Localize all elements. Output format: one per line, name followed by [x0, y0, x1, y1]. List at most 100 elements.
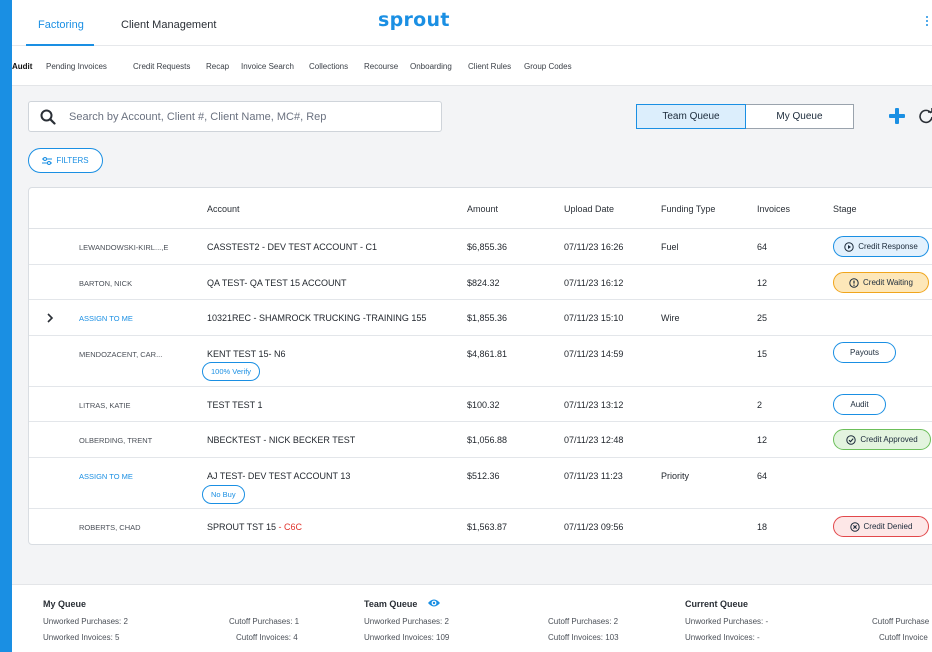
amount: $6,855.36: [467, 242, 508, 252]
subnav-recap[interactable]: Recap: [206, 62, 229, 71]
x-circle-icon: [849, 521, 860, 532]
team-cutoff-invoices: Cutoff Invoices: 103: [548, 633, 619, 642]
current-cutoff-purchases: Cutoff Purchase: [872, 617, 930, 626]
my-queue-title: My Queue: [43, 599, 87, 609]
amount: $824.32: [467, 278, 500, 288]
funding-type: Fuel: [661, 242, 679, 252]
amount: $4,861.81: [467, 349, 508, 359]
my-cutoff-invoices: Cutoff Invoices: 4: [236, 633, 298, 642]
audit-table: Account Amount Upload Date Funding Type …: [28, 187, 932, 545]
invoice-count: 64: [757, 471, 768, 481]
amount: $1,855.36: [467, 313, 508, 323]
account-name: 10321REC - SHAMROCK TRUCKING -TRAINING 1…: [207, 313, 427, 323]
account-name: AJ TEST- DEV TEST ACCOUNT 13: [207, 471, 351, 481]
team-queue-title: Team Queue: [364, 599, 418, 609]
filters-button[interactable]: FILTERS: [28, 148, 103, 173]
upload-date: 07/11/23 14:59: [564, 349, 624, 359]
assign-to-me-link[interactable]: ASSIGN TO ME: [79, 314, 133, 323]
stage-badge[interactable]: Credit Denied: [833, 516, 929, 537]
funding-type: Wire: [661, 313, 680, 323]
invoice-count: 2: [757, 400, 763, 410]
table-row[interactable]: ROBERTS, CHAD SPROUT TST 15 - C6C $1,563…: [29, 509, 932, 545]
add-icon[interactable]: [888, 107, 906, 125]
table-row[interactable]: ASSIGN TO ME 10321REC - SHAMROCK TRUCKIN…: [29, 300, 932, 336]
rep-name: ROBERTS, CHAD: [79, 523, 141, 532]
rep-name: MENDOZACENT, CAR...: [79, 350, 163, 359]
search-input[interactable]: [69, 108, 429, 126]
stage-label: Credit Response: [858, 242, 918, 251]
stage-badge[interactable]: Credit Approved: [833, 429, 931, 450]
account-name-main: SPROUT TST 15: [207, 522, 277, 532]
current-unworked-invoices: Unworked Invoices: -: [685, 633, 760, 642]
subnav-pending-invoices[interactable]: Pending Invoices: [46, 62, 107, 71]
refresh-icon[interactable]: [918, 108, 932, 124]
assign-to-me-link[interactable]: ASSIGN TO ME: [79, 472, 133, 481]
subnav-collections[interactable]: Collections: [309, 62, 348, 71]
more-menu-icon[interactable]: [926, 16, 930, 28]
rep-name: LEWANDOWSKI-KIRL...,E: [79, 243, 169, 252]
tab-client-management[interactable]: Client Management: [121, 19, 216, 31]
current-unworked-purchases: Unworked Purchases: -: [685, 617, 769, 626]
column-upload-date[interactable]: Upload Date: [564, 204, 614, 214]
account-name: SPROUT TST 15 - C6C: [207, 522, 302, 532]
stage-badge[interactable]: Payouts: [833, 342, 896, 363]
subnav-invoice-search[interactable]: Invoice Search: [241, 62, 294, 71]
invoice-count: 25: [757, 313, 768, 323]
table-row[interactable]: OLBERDING, TRENT NBECKTEST - NICK BECKER…: [29, 422, 932, 458]
upload-date: 07/11/23 16:12: [564, 278, 624, 288]
column-stage[interactable]: Stage: [833, 204, 857, 214]
upload-date: 07/11/23 09:56: [564, 522, 624, 532]
stage-label: Credit Waiting: [863, 278, 913, 287]
table-row[interactable]: LITRAS, KATIE TEST TEST 1 $100.32 07/11/…: [29, 387, 932, 422]
subnav-credit-requests[interactable]: Credit Requests: [133, 62, 190, 71]
account-name: CASSTEST2 - DEV TEST ACCOUNT - C1: [207, 242, 378, 252]
stage-badge[interactable]: Credit Waiting: [833, 272, 929, 293]
account-name: QA TEST- QA TEST 15 ACCOUNT: [207, 278, 347, 288]
chevron-right-icon[interactable]: [45, 313, 55, 323]
my-queue-button[interactable]: My Queue: [746, 104, 854, 129]
check-circle-icon: [846, 434, 857, 445]
stage-badge[interactable]: Audit: [833, 394, 886, 415]
invoice-count: 64: [757, 242, 768, 252]
my-unworked-invoices: Unworked Invoices: 5: [43, 633, 120, 642]
current-cutoff-invoices: Cutoff Invoice: [879, 633, 928, 642]
upload-date: 07/11/23 13:12: [564, 400, 624, 410]
account-name: TEST TEST 1: [207, 400, 263, 410]
column-account[interactable]: Account: [207, 204, 240, 214]
upload-date: 07/11/23 16:26: [564, 242, 624, 252]
tab-factoring[interactable]: Factoring: [26, 19, 94, 46]
amount: $100.32: [467, 400, 500, 410]
table-row[interactable]: MENDOZACENT, CAR... KENT TEST 15- N6 100…: [29, 336, 932, 387]
eye-icon[interactable]: [427, 597, 441, 609]
subnav-audit[interactable]: Audit: [12, 62, 32, 71]
subnav-group-codes[interactable]: Group Codes: [524, 62, 572, 71]
rep-name: OLBERDING, TRENT: [79, 436, 153, 445]
team-queue-button[interactable]: Team Queue: [636, 104, 746, 129]
table-row[interactable]: ASSIGN TO ME AJ TEST- DEV TEST ACCOUNT 1…: [29, 458, 932, 509]
amount: $512.36: [467, 471, 500, 481]
account-name: KENT TEST 15- N6: [207, 349, 286, 359]
app-window: Factoring Client Management sprout Audit…: [12, 0, 932, 652]
table-row[interactable]: LEWANDOWSKI-KIRL...,E CASSTEST2 - DEV TE…: [29, 229, 932, 265]
team-unworked-invoices: Unworked Invoices: 109: [364, 633, 450, 642]
upload-date: 07/11/23 15:10: [564, 313, 624, 323]
my-cutoff-purchases: Cutoff Purchases: 1: [229, 617, 300, 626]
column-funding-type[interactable]: Funding Type: [661, 204, 715, 214]
invoice-count: 18: [757, 522, 768, 532]
alert-circle-icon: [849, 277, 859, 288]
top-bar: Factoring Client Management sprout: [12, 0, 932, 46]
current-queue-title: Current Queue: [685, 599, 749, 609]
stage-label: Credit Approved: [860, 435, 918, 444]
table-row[interactable]: BARTON, NICK QA TEST- QA TEST 15 ACCOUNT…: [29, 265, 932, 300]
amount: $1,563.87: [467, 522, 508, 532]
invoice-count: 12: [757, 435, 768, 445]
sprout-logo: sprout: [378, 9, 450, 31]
play-circle-icon: [844, 241, 854, 252]
subnav-onboarding[interactable]: Onboarding: [410, 62, 452, 71]
table-header: Account Amount Upload Date Funding Type …: [29, 188, 932, 229]
subnav-client-rules[interactable]: Client Rules: [468, 62, 511, 71]
stage-badge[interactable]: Credit Response: [833, 236, 929, 257]
column-amount[interactable]: Amount: [467, 204, 498, 214]
subnav-recourse[interactable]: Recourse: [364, 62, 398, 71]
column-invoices[interactable]: Invoices: [757, 204, 790, 214]
